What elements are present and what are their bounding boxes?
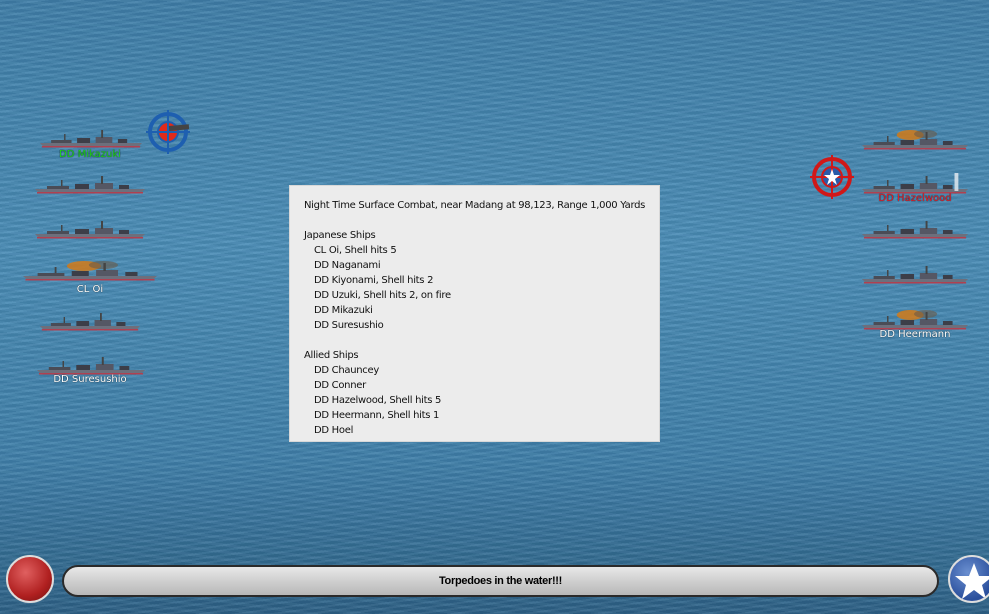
crosshair-red-star-icon [810, 155, 854, 199]
combat-report-dialog[interactable]: Night Time Surface Combat, near Madang a… [289, 185, 660, 442]
japanese-ship[interactable] [23, 260, 157, 282]
report-ship-line: CL Oi, Shell hits 5 [314, 245, 397, 256]
report-ship-line: DD Kiyonami, Shell hits 2 [314, 275, 434, 286]
japanese-ship[interactable] [40, 310, 140, 332]
report-ship-line: DD Naganami [314, 260, 381, 271]
crosshair-blue-icon [146, 110, 190, 154]
ship-label: CL Oi [76, 284, 104, 295]
japanese-ship[interactable] [35, 173, 145, 195]
allied-header: Allied Ships [304, 350, 359, 361]
allied-star-button[interactable] [948, 555, 989, 603]
star-icon [955, 563, 989, 599]
ship-label: DD Hazelwood [878, 193, 952, 204]
japanese-ship[interactable] [40, 127, 142, 149]
japanese-header: Japanese Ships [304, 230, 376, 241]
status-message: Torpedoes in the water!!! [438, 575, 563, 587]
ship-label: DD Mikazuki [59, 149, 121, 160]
report-ship-line: DD Chauncey [314, 365, 379, 376]
status-bar: Torpedoes in the water!!! [0, 548, 989, 614]
report-ship-line: DD Mikazuki [314, 305, 373, 316]
report-ship-line: DD Heermann, Shell hits 1 [314, 410, 440, 421]
ship-label: DD Heermann [879, 329, 951, 340]
allied-ship[interactable] [862, 129, 968, 151]
allied-ship[interactable] [862, 173, 968, 195]
allied-ship[interactable] [862, 309, 968, 331]
report-title: Night Time Surface Combat, near Madang a… [304, 200, 646, 211]
ship-label: DD Suresushio [53, 374, 127, 385]
report-ship-line: DD Conner [314, 380, 366, 391]
japanese-ship[interactable] [35, 218, 145, 240]
report-ship-line: DD Suresushio [314, 320, 384, 331]
report-ship-line: DD Hazelwood, Shell hits 5 [314, 395, 442, 406]
japanese-ship[interactable] [37, 354, 145, 376]
allied-ship[interactable] [862, 218, 968, 240]
message-bar: Torpedoes in the water!!! [62, 565, 939, 597]
japanese-side-button[interactable] [6, 555, 54, 603]
report-ship-line: DD Uzuki, Shell hits 2, on fire [314, 290, 451, 301]
report-ship-line: DD Hoel [314, 425, 354, 436]
allied-ship[interactable] [862, 263, 968, 285]
